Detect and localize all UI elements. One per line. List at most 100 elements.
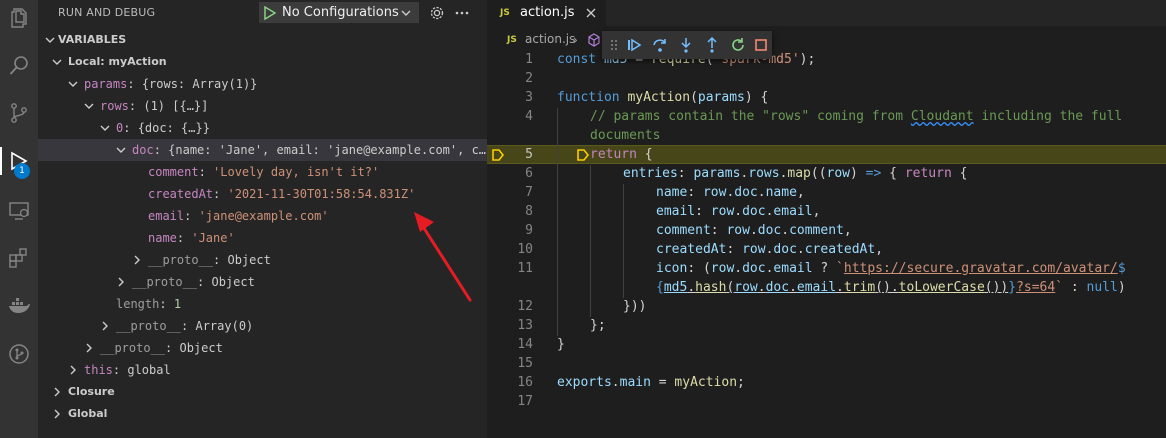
configuration-dropdown[interactable]: No Configurations (259, 2, 419, 23)
code-line-16: exports.main = myAction; (557, 375, 745, 390)
more-icon[interactable] (454, 5, 470, 21)
debug-stack-frame-icon (577, 149, 590, 161)
chevron-right-icon (54, 387, 60, 397)
line-number: 3 (525, 90, 533, 105)
step-out-icon[interactable] (704, 37, 720, 53)
variable-name: name (148, 231, 177, 245)
line-number: 14 (517, 337, 533, 352)
variable-row[interactable]: rows: (1) [{…}] (38, 95, 487, 117)
code-line-14: } (557, 337, 565, 352)
variables-section-header[interactable]: VARIABLES (38, 29, 487, 51)
indent-guide (590, 165, 591, 317)
explorer-icon[interactable] (0, 0, 38, 36)
line-number: 9 (525, 223, 533, 238)
stop-icon[interactable] (753, 37, 769, 53)
variable-row[interactable]: 0: {doc: {…}} (38, 117, 487, 139)
code-line-8: email: row.doc.email, (656, 204, 821, 219)
scope-closure[interactable]: Closure (38, 381, 487, 403)
variable-row-selected[interactable]: doc: {name: 'Jane', email: 'jane@example… (38, 139, 487, 161)
variable-name: createdAt (148, 187, 214, 201)
docker-icon[interactable] (0, 288, 38, 324)
chevron-down-icon (116, 147, 126, 153)
git-graph-icon[interactable] (0, 336, 38, 372)
tab-label: action.js (520, 5, 575, 20)
code-line-13: }; (590, 318, 606, 333)
chevron-right-icon (118, 277, 124, 287)
js-file-icon: JS (507, 35, 517, 45)
js-file-icon: JS (500, 8, 510, 18)
configuration-label: No Configurations (282, 5, 399, 20)
variable-row[interactable]: this: global (38, 359, 487, 381)
restart-icon[interactable] (730, 37, 746, 53)
extensions-icon[interactable] (0, 240, 38, 276)
scope-global-label: Global (68, 407, 108, 420)
tab-action-js[interactable]: JS action.js (487, 0, 606, 26)
cube-icon[interactable] (587, 33, 601, 47)
variable-value: Object (227, 253, 271, 267)
line-number: 16 (517, 375, 533, 390)
sidebar-header: RUN AND DEBUG No Configurations (38, 0, 487, 26)
line-number: 15 (517, 356, 533, 371)
chevron-down-icon (52, 59, 62, 65)
variables-section-label: VARIABLES (58, 33, 127, 46)
chevron-right-icon (102, 321, 108, 331)
code-line-5: return { (590, 147, 653, 162)
code-line-7: name: row.doc.name, (656, 185, 805, 200)
code-line-9: comment: row.doc.comment, (656, 223, 852, 238)
breadcrumb-file[interactable]: action.js (525, 32, 575, 46)
chevron-right-icon (54, 409, 60, 419)
step-over-icon[interactable] (652, 37, 668, 53)
play-icon[interactable] (264, 6, 276, 20)
indent-guide (557, 108, 558, 336)
variable-name: __proto__ (116, 319, 182, 333)
sidebar-title: RUN AND DEBUG (58, 6, 156, 19)
variable-entry: email: 'jane@example.com' (148, 209, 329, 223)
source-control-icon[interactable] (0, 95, 38, 131)
variable-row[interactable]: params: {rows: Array(1)} (38, 73, 487, 95)
chevron-down-icon (100, 125, 110, 131)
line-number: 1 (525, 52, 533, 67)
variable-value: '2021-11-30T01:58:54.831Z' (227, 187, 416, 201)
variable-row[interactable]: __proto__: Object (38, 337, 487, 359)
variable-value: Object (179, 341, 223, 355)
variable-row[interactable]: comment: 'Lovely day, isn't it?' (38, 161, 487, 183)
chevron-down-icon (68, 81, 78, 87)
gear-icon[interactable] (429, 5, 445, 21)
tab-bar: JS action.js (487, 0, 1166, 26)
debug-stack-frame-icon (492, 149, 505, 161)
variable-name: __proto__ (100, 341, 166, 355)
code-line-11: icon: (row.doc.email ? `https://secure.g… (656, 261, 1126, 276)
activity-bar: 1 (0, 0, 38, 438)
variable-entry: comment: 'Lovely day, isn't it?' (148, 165, 380, 179)
variable-name: params (84, 77, 128, 91)
drag-handle-icon[interactable] (606, 37, 622, 53)
variable-value: {name: 'Jane', email: 'jane@example.com'… (168, 143, 487, 157)
breadcrumb-separator: › (573, 33, 578, 47)
indent-guide (623, 184, 624, 298)
variable-name: doc (132, 143, 154, 157)
search-icon[interactable] (0, 48, 38, 84)
variable-name: length (116, 297, 160, 311)
step-into-icon[interactable] (678, 37, 694, 53)
variable-entry: __proto__: Object (148, 253, 271, 267)
chevron-down-icon[interactable] (400, 7, 412, 19)
code-line-12: })) (623, 299, 647, 314)
variable-entry: params: {rows: Array(1)} (84, 77, 258, 91)
variable-name: comment (148, 165, 199, 179)
variable-value: {rows: Array(1)} (141, 77, 258, 91)
continue-icon[interactable] (626, 37, 642, 53)
remote-explorer-icon[interactable] (0, 193, 38, 229)
line-number: 17 (517, 394, 533, 409)
variable-row[interactable]: __proto__: Array(0) (38, 315, 487, 337)
variable-entry: name: 'Jane' (148, 231, 235, 245)
scope-global[interactable]: Global (38, 403, 487, 425)
scope-local[interactable]: Local: myAction (38, 51, 487, 73)
close-icon[interactable] (584, 6, 598, 20)
variable-value: (1) [{…}] (143, 99, 209, 113)
line-number: 10 (517, 242, 533, 257)
variable-entry: __proto__: Object (100, 341, 223, 355)
variable-value: {doc: {…}} (137, 121, 210, 135)
variable-value: 'jane@example.com' (198, 209, 329, 223)
variable-value: 'Jane' (191, 231, 235, 245)
variable-entry: __proto__: Array(0) (116, 319, 254, 333)
